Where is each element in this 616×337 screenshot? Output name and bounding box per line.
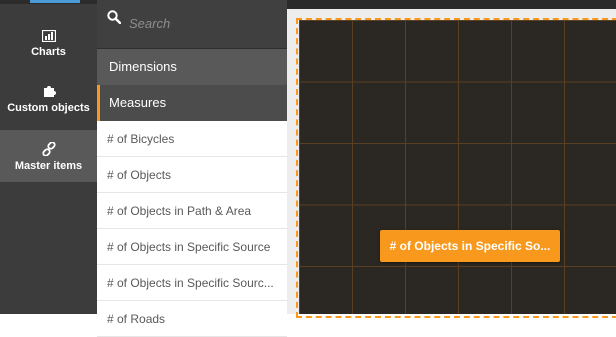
rail-label-charts: Charts: [31, 46, 66, 58]
puzzle-icon: [43, 86, 56, 97]
rail-item-custom-objects[interactable]: Custom objects: [0, 84, 97, 114]
sheet-grid[interactable]: [299, 20, 616, 314]
rail-item-master-items[interactable]: Master items: [0, 130, 97, 182]
assets-panel: Dimensions Measures # of Bicycles # of O…: [97, 0, 287, 337]
drag-item-label[interactable]: # of Objects in Specific So...: [380, 230, 560, 262]
left-rail: Charts Custom objects Master items: [0, 0, 97, 314]
list-item[interactable]: # of Objects in Specific Sourc...: [97, 265, 287, 301]
rail-item-charts[interactable]: Charts: [0, 30, 97, 58]
rail-label-custom-objects: Custom objects: [7, 102, 90, 114]
rail-accent: [30, 0, 80, 3]
rail-label-master-items: Master items: [14, 160, 83, 172]
list-item[interactable]: # of Bicycles: [97, 121, 287, 157]
list-item[interactable]: # of Objects in Specific Source: [97, 229, 287, 265]
bar-chart-icon: [41, 30, 56, 42]
search-bar: [97, 0, 287, 49]
section-label-measures: Measures: [109, 95, 167, 110]
list-item[interactable]: # of Objects: [97, 157, 287, 193]
link-icon: [41, 142, 56, 156]
list-item[interactable]: # of Roads: [97, 301, 287, 337]
section-label-dimensions: Dimensions: [109, 59, 177, 74]
section-measures[interactable]: Measures: [97, 85, 287, 121]
canvas-topbar: [287, 0, 616, 9]
search-input[interactable]: [127, 12, 281, 34]
list-item[interactable]: # of Objects in Path & Area: [97, 193, 287, 229]
section-dimensions[interactable]: Dimensions: [97, 49, 287, 85]
search-icon: [107, 10, 121, 24]
